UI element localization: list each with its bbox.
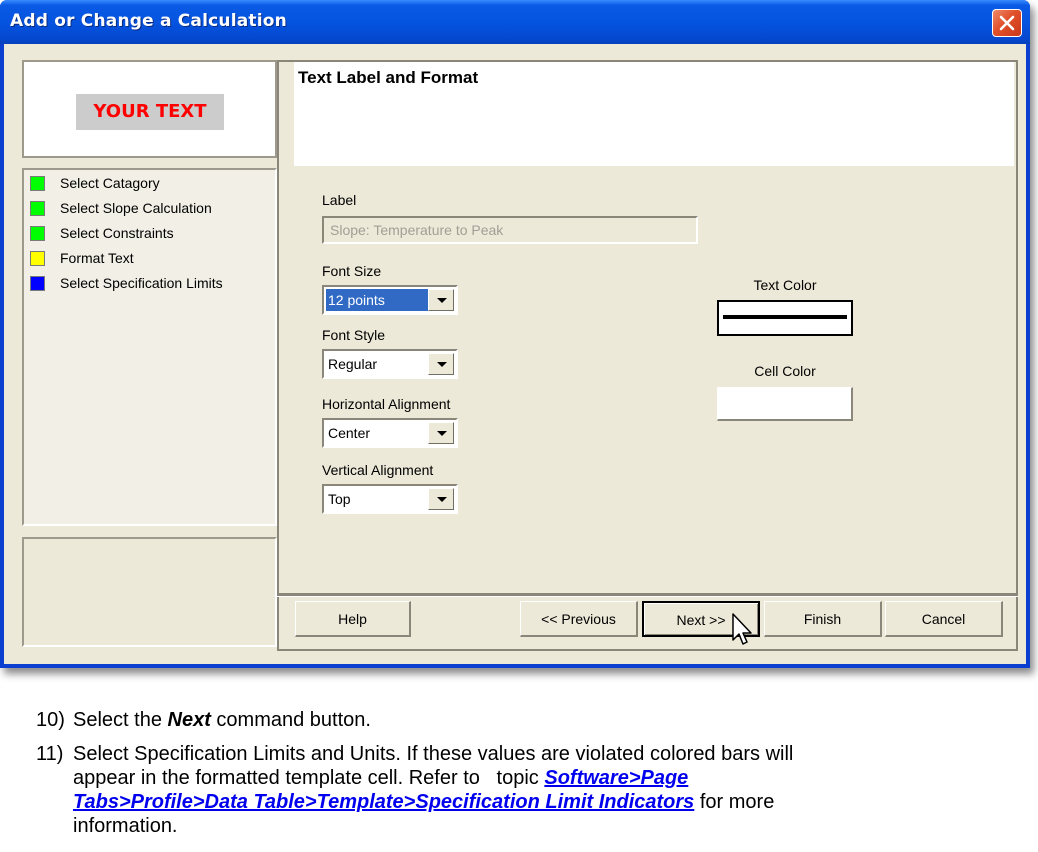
label-input[interactable]: Slope: Temperature to Peak — [322, 216, 698, 244]
step-number: 11) — [36, 743, 64, 765]
step-label: Select Slope Calculation — [60, 200, 212, 216]
help-button[interactable]: Help — [295, 601, 411, 637]
step-status-icon — [30, 250, 45, 266]
instruction-text: Select the Next command button. — [73, 708, 371, 732]
help-topic-link[interactable]: Tabs>Profile>Data Table>Template>Specifi… — [73, 791, 694, 813]
text-color-caption: Text Color — [753, 277, 817, 293]
instruction-text-pre: appear in the formatted template cell. R… — [73, 767, 545, 789]
step-label: Select Constraints — [60, 225, 174, 241]
window-title: Add or Change a Calculation — [10, 11, 287, 31]
instruction-text-pre: Select the — [73, 709, 168, 731]
close-x-icon — [999, 15, 1015, 31]
horizontal-alignment-value: Center — [328, 425, 371, 441]
step-label: Select Catagory — [60, 175, 160, 191]
instruction-line: Select Specification Limits and Units. I… — [73, 743, 794, 765]
step-number: 10) — [36, 709, 65, 731]
button-bar-divider — [277, 593, 1018, 597]
instruction-text-post: for more — [694, 791, 775, 813]
instruction-line: Tabs>Profile>Data Table>Template>Specifi… — [73, 790, 774, 814]
previous-button[interactable]: << Previous — [520, 601, 638, 637]
chevron-down-icon[interactable] — [428, 422, 454, 444]
text-color-swatch[interactable] — [717, 300, 853, 336]
cancel-button[interactable]: Cancel — [885, 601, 1003, 637]
panel-title: Text Label and Format — [298, 68, 479, 87]
font-style-value: Regular — [328, 356, 378, 372]
step-item[interactable]: Select Specification Limits — [30, 272, 223, 294]
vertical-alignment-value: Top — [328, 491, 351, 507]
step-label: Select Specification Limits — [60, 275, 223, 291]
font-size-select[interactable]: 12 points — [322, 285, 458, 315]
font-style-select[interactable]: Regular — [322, 349, 458, 379]
cell-color-swatch[interactable] — [717, 387, 853, 421]
preview-text-sample: YOUR TEXT — [76, 94, 224, 130]
instruction-line: information. — [73, 815, 178, 837]
font-size-value: 12 points — [326, 289, 428, 311]
step-item[interactable]: Select Constraints — [30, 222, 174, 244]
instruction-text-post: command button. — [210, 709, 371, 731]
instruction-emphasis: Next — [167, 709, 211, 731]
vertical-alignment-select[interactable]: Top — [322, 484, 458, 514]
step-item[interactable]: Select Slope Calculation — [30, 197, 212, 219]
text-color-sample — [723, 315, 847, 319]
instruction-step-11: 11) Select Specification Limits and Unit… — [36, 742, 1036, 852]
text-preview-pane: YOUR TEXT — [22, 60, 277, 158]
instruction-step-10: 10) Select the Next command button. — [36, 708, 1036, 736]
vertical-alignment-caption: Vertical Alignment — [322, 462, 434, 478]
title-bar[interactable]: Add or Change a Calculation — [0, 0, 1030, 44]
mouse-pointer-icon — [732, 613, 752, 645]
label-input-value: Slope: Temperature to Peak — [330, 222, 504, 238]
horizontal-alignment-select[interactable]: Center — [322, 418, 458, 448]
step-status-icon — [30, 175, 45, 191]
chevron-down-icon[interactable] — [428, 353, 454, 375]
step-item[interactable]: Format Text — [30, 247, 134, 269]
step-item[interactable]: Select Catagory — [30, 172, 160, 194]
wizard-steps-list: Select Catagory Select Slope Calculation… — [22, 168, 277, 526]
close-button[interactable] — [992, 9, 1022, 37]
step-status-icon — [30, 225, 45, 241]
cell-color-caption: Cell Color — [754, 363, 816, 379]
step-label: Format Text — [60, 250, 134, 266]
help-topic-link[interactable]: Software>Page — [544, 767, 688, 789]
label-caption: Label — [322, 192, 357, 208]
font-size-caption: Font Size — [322, 263, 382, 279]
step-status-icon — [30, 200, 45, 216]
chevron-down-icon[interactable] — [428, 488, 454, 510]
dialog-window: Add or Change a Calculation YOUR TEXT Se… — [0, 0, 1030, 668]
finish-button[interactable]: Finish — [764, 601, 882, 637]
chevron-down-icon[interactable] — [428, 289, 454, 311]
step-status-icon — [30, 275, 45, 291]
left-info-pane — [22, 537, 277, 647]
horizontal-alignment-caption: Horizontal Alignment — [322, 396, 451, 412]
dialog-client-area: YOUR TEXT Select Catagory Select Slope C… — [4, 44, 1026, 664]
instruction-line: appear in the formatted template cell. R… — [73, 766, 688, 790]
font-style-caption: Font Style — [322, 327, 386, 343]
panel-header: Text Label and Format — [294, 62, 1014, 166]
